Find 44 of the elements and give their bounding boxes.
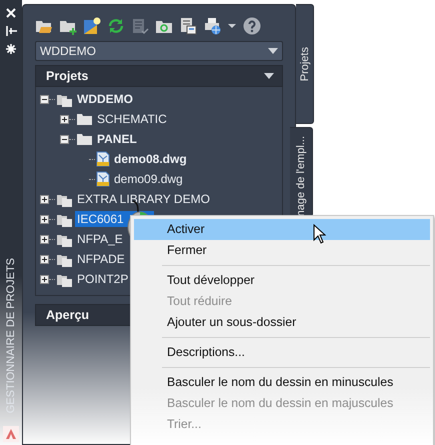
- section-header: Projets: [35, 65, 283, 87]
- expand-icon[interactable]: [40, 234, 49, 244]
- menu-item[interactable]: Basculer le nom du dessin en minuscules: [134, 372, 430, 393]
- app-logo-icon: [3, 426, 19, 442]
- tree-item[interactable]: EXTRA LIBRARY DEMO: [75, 191, 212, 207]
- tree-item[interactable]: POINT2P: [75, 271, 130, 287]
- menu-item[interactable]: Activer: [134, 219, 430, 240]
- menu-item[interactable]: Fermer: [134, 240, 430, 261]
- close-icon[interactable]: [5, 7, 17, 19]
- cursor-icon: [313, 224, 326, 244]
- refresh-icon[interactable]: [107, 17, 125, 35]
- dropdown-arrow-icon[interactable]: [264, 73, 274, 79]
- drawing-file-icon: [96, 151, 110, 167]
- menu-item[interactable]: Descriptions...: [134, 342, 430, 363]
- tree-item[interactable]: PANEL: [95, 131, 139, 147]
- dropdown-arrow-icon[interactable]: [268, 48, 278, 54]
- expand-icon[interactable]: [60, 114, 69, 124]
- image-star-icon[interactable]: [83, 17, 101, 35]
- expand-icon[interactable]: [40, 214, 49, 224]
- tree-item[interactable]: WDDEMO: [75, 91, 135, 107]
- collapse-icon[interactable]: [40, 94, 49, 104]
- expand-icon[interactable]: [40, 254, 49, 264]
- collapse-icon[interactable]: [60, 134, 69, 144]
- expand-icon[interactable]: [40, 274, 49, 284]
- tree-item[interactable]: NFPADE: [75, 251, 127, 267]
- printer-globe-icon[interactable]: [203, 17, 221, 35]
- tree-item[interactable]: NFPA_E: [75, 231, 125, 247]
- caret-icon[interactable]: [227, 21, 237, 31]
- tree-item[interactable]: SCHEMATIC: [95, 111, 169, 127]
- list-check-icon[interactable]: [131, 17, 149, 35]
- pin-icon[interactable]: [5, 25, 17, 37]
- folder-icon: [76, 112, 93, 126]
- side-tab[interactable]: Projets: [296, 4, 314, 124]
- help-icon[interactable]: [243, 17, 261, 35]
- folder-icon: [76, 132, 93, 146]
- settings-icon[interactable]: [5, 43, 17, 55]
- expand-icon[interactable]: [40, 194, 49, 204]
- tree-item[interactable]: demo08.dwg: [112, 151, 189, 167]
- document-list-icon[interactable]: [179, 17, 197, 35]
- project-dropdown[interactable]: WDDEMO: [35, 41, 283, 61]
- side-tab[interactable]: nage de l'empl...: [290, 127, 313, 217]
- menu-item[interactable]: Tout développer: [134, 270, 430, 291]
- tree-item[interactable]: demo09.dwg: [112, 171, 185, 187]
- drawing-file-icon: [96, 171, 110, 187]
